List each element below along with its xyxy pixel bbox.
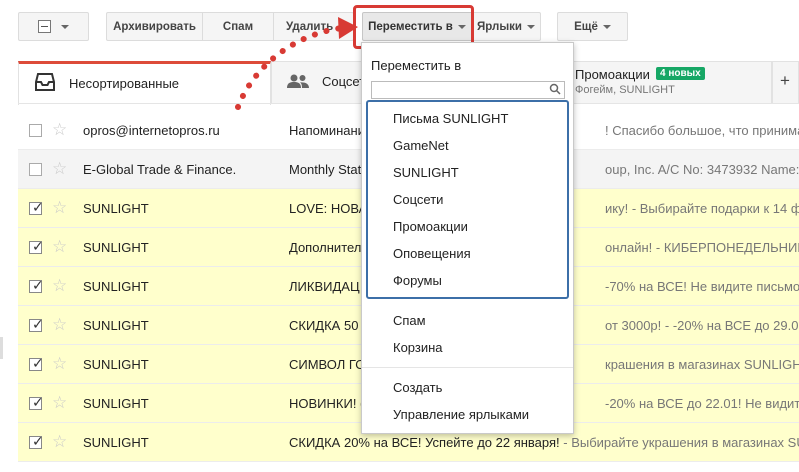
archive-button[interactable]: Архивировать <box>106 12 203 41</box>
menu-item-label[interactable]: Форумы <box>393 273 442 288</box>
row-checkbox[interactable]: ✓ <box>29 238 44 254</box>
archive-label: Архивировать <box>113 20 196 33</box>
row-checkbox[interactable]: ✓ <box>29 277 44 293</box>
checkmark-icon: ✓ <box>32 238 44 254</box>
menu-item-label[interactable]: Оповещения <box>393 246 471 261</box>
checkbox-icon <box>38 20 51 33</box>
email-snippet: - Выбирайте украшения в магазинах SUNL <box>559 435 799 450</box>
email-sender: opros@internetopros.ru <box>83 123 220 138</box>
star-icon[interactable]: ☆ <box>52 199 67 216</box>
checkmark-icon: ✓ <box>32 433 44 449</box>
row-checkbox[interactable]: ✓ <box>29 316 44 332</box>
menu-item-label[interactable]: Соцсети <box>393 192 443 207</box>
menu-item-label[interactable]: Промоакции <box>393 219 468 234</box>
labels-label: Ярлыки <box>477 20 522 33</box>
menu-item-label[interactable]: Письма SUNLIGHT <box>393 111 508 126</box>
email-snippet: онлайн! - КИБЕРПОНЕДЕЛЬНИК тол <box>605 240 799 255</box>
star-icon[interactable]: ☆ <box>52 277 67 294</box>
email-sender: SUNLIGHT <box>83 201 149 216</box>
email-subject: СКИДКА 50 <box>289 318 359 333</box>
row-checkbox[interactable] <box>29 163 42 176</box>
tab-promotions-label: Промоакции <box>575 67 650 82</box>
email-sender: SUNLIGHT <box>83 240 149 255</box>
row-checkbox[interactable] <box>29 124 42 137</box>
star-icon[interactable]: ☆ <box>52 121 67 138</box>
email-subject: LOVE: НОВА <box>289 201 368 216</box>
email-snippet: -70% на ВСЕ! Не видите письмо? Наж <box>605 279 799 294</box>
email-subject-line: Monthly Stat oup, Inc. A/C No: 3473932 Na… <box>289 162 799 177</box>
menu-title: Переместить в <box>371 58 462 73</box>
chevron-down-icon <box>526 24 535 29</box>
email-subject: Monthly Stat <box>289 162 362 177</box>
email-subject-line: ЛИКВИДАЦ -70% на ВСЕ! Не видите письмо? Н… <box>289 279 799 294</box>
star-icon[interactable]: ☆ <box>52 394 67 411</box>
email-subject: НОВИНКИ! ( <box>289 396 365 411</box>
email-snippet: -20% на ВСЕ до 22.01! Не видите письмо? <box>605 396 799 411</box>
email-snippet: oup, Inc. A/C No: 3473932 Name: Vlad Ho <box>605 162 799 177</box>
star-icon[interactable]: ☆ <box>52 433 67 450</box>
email-snippet: ! Спасибо большое, что принимаете у <box>605 123 799 138</box>
menu-divider <box>362 367 573 368</box>
tab-promotions-senders: Фогейм, SUNLIGHT <box>575 84 675 96</box>
star-icon[interactable]: ☆ <box>52 316 67 333</box>
email-sender: SUNLIGHT <box>83 357 149 372</box>
email-subject: Дополнител <box>289 240 362 255</box>
row-checkbox[interactable]: ✓ <box>29 433 44 449</box>
email-subject-line: СКИДКА 50 от 3000р! - -20% на ВСЕ до 29.0… <box>289 318 799 333</box>
email-sender: SUNLIGHT <box>83 435 149 450</box>
menu-item-trash[interactable]: Корзина <box>393 340 443 355</box>
star-icon[interactable]: ☆ <box>52 355 67 372</box>
checkmark-icon: ✓ <box>32 277 44 293</box>
star-icon[interactable]: ☆ <box>52 238 67 255</box>
row-checkbox[interactable]: ✓ <box>29 355 44 371</box>
menu-item-manage-labels[interactable]: Управление ярлыками <box>393 407 529 422</box>
chevron-down-icon <box>61 24 69 29</box>
tab-primary-label: Несортированные <box>69 76 180 91</box>
checkmark-icon: ✓ <box>32 394 44 410</box>
checkmark-icon: ✓ <box>32 316 44 332</box>
email-subject: ЛИКВИДАЦ <box>289 279 360 294</box>
star-icon[interactable]: ☆ <box>52 160 67 177</box>
chevron-down-icon <box>602 24 611 29</box>
email-sender: E-Global Trade & Finance. <box>83 162 237 177</box>
email-sender: SUNLIGHT <box>83 279 149 294</box>
email-subject-line: Напоминани ! Спасибо большое, что принима… <box>289 123 799 138</box>
tab-promotions[interactable]: Промоакции 4 новых Фогейм, SUNLIGHT <box>572 61 772 104</box>
email-subject: Напоминани <box>289 123 365 138</box>
email-sender: SUNLIGHT <box>83 318 149 333</box>
new-count-badge: 4 новых <box>656 67 705 80</box>
select-all-checkbox-button[interactable] <box>18 12 89 41</box>
email-subject-line: СКИДКА 20% на ВСЕ! Успейте до 22 января!… <box>289 435 799 450</box>
email-subject: СИМВОЛ ГО <box>289 357 366 372</box>
label-search-input[interactable] <box>371 81 565 99</box>
email-subject-line: Дополнител онлайн! - КИБЕРПОНЕДЕЛЬНИК тол <box>289 240 799 255</box>
move-to-menu: Переместить в Письма SUNLIGHT GameNet SU… <box>361 42 574 434</box>
more-button[interactable]: Ещё <box>557 12 628 41</box>
menu-item-create[interactable]: Создать <box>393 380 442 395</box>
more-label: Ещё <box>574 20 598 33</box>
email-subject-line: LOVE: НОВА ику! - Выбирайте подарки к 14 … <box>289 201 799 216</box>
checkmark-icon: ✓ <box>32 355 44 371</box>
annotation-arrow <box>235 17 358 110</box>
plus-icon: + <box>780 71 790 90</box>
email-snippet: крашения в магазинах SUNLIGHT Не ви <box>605 357 799 372</box>
email-subject-line: НОВИНКИ! ( -20% на ВСЕ до 22.01! Не видит… <box>289 396 799 411</box>
checkmark-icon: ✓ <box>32 199 44 215</box>
inbox-icon <box>35 73 55 91</box>
labels-button[interactable]: Ярлыки <box>472 12 541 41</box>
menu-item-label[interactable]: SUNLIGHT <box>393 165 459 180</box>
search-icon <box>549 83 561 95</box>
email-snippet: от 3000р! - -20% на ВСЕ до 29.01 Не ви <box>605 318 799 333</box>
email-sender: SUNLIGHT <box>83 396 149 411</box>
left-edge-mark <box>0 337 3 359</box>
row-checkbox[interactable]: ✓ <box>29 394 44 410</box>
email-subject: СКИДКА 20% на ВСЕ! Успейте до 22 января! <box>289 435 560 450</box>
email-snippet: ику! - Выбирайте подарки к 14 февраля <box>605 201 799 216</box>
add-tab-button[interactable]: + <box>772 61 799 104</box>
email-subject-line: СИМВОЛ ГО крашения в магазинах SUNLIGHT Н… <box>289 357 799 372</box>
menu-item-label[interactable]: GameNet <box>393 138 449 153</box>
row-checkbox[interactable]: ✓ <box>29 199 44 215</box>
menu-item-spam[interactable]: Спам <box>393 313 426 328</box>
